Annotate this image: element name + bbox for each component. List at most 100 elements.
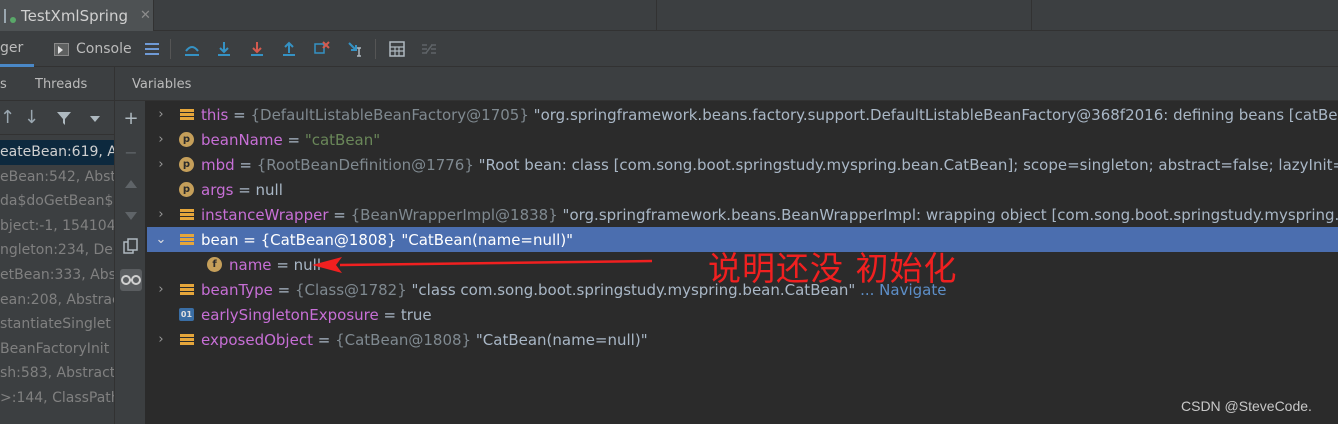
step-into-icon[interactable] bbox=[246, 38, 268, 60]
run-config-icon bbox=[4, 8, 16, 23]
icon-bar bbox=[179, 113, 194, 116]
expand-toggle-icon[interactable]: › bbox=[153, 107, 169, 122]
variable-value: "org.springframework.beans.factory.suppo… bbox=[533, 105, 1338, 124]
expand-toggle-icon[interactable]: › bbox=[153, 207, 169, 222]
debug-toolbar: ger Console bbox=[0, 31, 1338, 67]
filter-icon[interactable] bbox=[56, 110, 72, 130]
variable-row-args[interactable]: p args = null bbox=[147, 177, 1338, 202]
frame-item[interactable]: ean:208, Abstrac bbox=[0, 288, 114, 313]
remove-watch-icon[interactable]: − bbox=[120, 141, 142, 163]
variable-type: {CatBean@1808} bbox=[260, 230, 397, 249]
expand-toggle-icon[interactable]: › bbox=[153, 332, 169, 347]
expand-toggle-icon[interactable]: › bbox=[153, 132, 169, 147]
tab-console[interactable]: Console bbox=[54, 31, 132, 67]
variable-value: null bbox=[255, 180, 283, 199]
frame-item[interactable]: ngleton:234, De bbox=[0, 238, 114, 263]
icon-bar bbox=[179, 334, 194, 337]
editor-tab-testxmlspring[interactable]: TestXmlSpring ✕ bbox=[0, 0, 153, 31]
equals-sign: = bbox=[378, 305, 401, 324]
expand-toggle-icon[interactable]: ⌄ bbox=[153, 232, 169, 247]
tab-debugger[interactable]: ger bbox=[0, 31, 34, 67]
variable-name: beanName bbox=[201, 130, 283, 149]
frames-tabs: s Threads bbox=[0, 67, 114, 101]
editor-tab-title: TestXmlSpring bbox=[21, 6, 128, 25]
frame-item[interactable]: etBean:333, Abst bbox=[0, 263, 114, 288]
drop-frame-icon[interactable] bbox=[311, 38, 333, 60]
variable-name: exposedObject bbox=[201, 330, 313, 349]
icon-bar bbox=[179, 288, 194, 291]
icon-bar bbox=[179, 292, 194, 295]
variable-row-beanname[interactable]: › p beanName = "catBean" bbox=[147, 127, 1338, 152]
variables-header: Variables bbox=[115, 67, 1338, 101]
field-list-icon bbox=[179, 207, 194, 222]
move-up-icon[interactable] bbox=[120, 173, 142, 195]
add-watch-icon[interactable]: + bbox=[120, 107, 142, 129]
layout-menu-icon[interactable] bbox=[141, 38, 163, 60]
equals-sign: = bbox=[228, 105, 251, 124]
show-watches-icon[interactable] bbox=[120, 269, 142, 291]
equals-sign: = bbox=[272, 280, 296, 299]
chevron-down-icon[interactable] bbox=[90, 116, 100, 122]
run-to-cursor-icon[interactable] bbox=[344, 38, 366, 60]
trace-stream-icon[interactable] bbox=[418, 38, 440, 60]
watermark: CSDN @SteveCode. bbox=[1181, 398, 1312, 414]
frame-item[interactable]: da$doGetBean$ bbox=[0, 189, 114, 214]
evaluate-expression-icon[interactable] bbox=[386, 38, 408, 60]
variable-name: earlySingletonExposure bbox=[201, 305, 379, 324]
show-execution-point-icon[interactable] bbox=[181, 38, 203, 60]
equals-sign: = bbox=[233, 180, 256, 199]
tab-divider bbox=[656, 0, 657, 31]
icon-bar bbox=[179, 242, 194, 245]
editor-tab-bar: TestXmlSpring ✕ bbox=[0, 0, 1338, 31]
frame-item[interactable]: sh:583, Abstract bbox=[0, 361, 114, 386]
frame-item[interactable]: BeanFactoryInit bbox=[0, 337, 114, 362]
variable-value: true bbox=[400, 305, 432, 324]
frame-item[interactable]: eBean:542, Abst bbox=[0, 165, 114, 190]
variable-row-this[interactable]: › this = {DefaultListableBeanFactory@1705… bbox=[147, 102, 1338, 127]
field-list-icon bbox=[179, 107, 194, 122]
tab-divider bbox=[153, 0, 154, 31]
step-out-icon[interactable] bbox=[278, 38, 300, 60]
variable-type: {DefaultListableBeanFactory@1705} bbox=[250, 105, 529, 124]
icon-bar bbox=[179, 284, 194, 287]
frame-item[interactable]: stantiateSinglet bbox=[0, 312, 114, 337]
equals-sign: = bbox=[282, 130, 305, 149]
move-down-icon[interactable] bbox=[120, 205, 142, 227]
frames-toolbar: ↑ ↓ bbox=[0, 101, 114, 135]
frame-item[interactable]: eateBean:619, A bbox=[0, 140, 114, 165]
variable-name: this bbox=[201, 105, 229, 124]
frame-item[interactable]: bject:-1, 154104 bbox=[0, 214, 114, 239]
equals-sign: = bbox=[234, 155, 257, 174]
frames-list: eateBean:619, AeBean:542, Abst da$doGetBe… bbox=[0, 140, 114, 411]
variable-type: {Class@1782} bbox=[295, 280, 407, 299]
tab-console-label: Console bbox=[76, 41, 132, 57]
variable-name: instanceWrapper bbox=[201, 205, 329, 224]
variables-title: Variables bbox=[132, 77, 192, 92]
arrow-up-icon[interactable]: ↑ bbox=[0, 107, 15, 128]
variable-row-instancewrapper[interactable]: › instanceWrapper = {BeanWrapperImpl@1838… bbox=[147, 202, 1338, 227]
icon-bar bbox=[179, 209, 194, 212]
expand-toggle-icon[interactable]: › bbox=[153, 157, 169, 172]
arrow-down-icon[interactable]: ↓ bbox=[24, 107, 39, 128]
tab-threads[interactable]: Threads bbox=[35, 77, 87, 92]
variable-name: mbd bbox=[201, 155, 235, 174]
expand-toggle-icon[interactable]: › bbox=[153, 282, 169, 297]
copy-icon[interactable] bbox=[120, 235, 142, 257]
close-icon[interactable]: ✕ bbox=[140, 8, 151, 23]
tab-frames[interactable]: s bbox=[0, 77, 7, 92]
variable-row-exposedobject[interactable]: › exposedObject = {CatBean@1808} "CatBean… bbox=[147, 327, 1338, 352]
toolbar-separator bbox=[375, 39, 376, 59]
equals-sign: = bbox=[328, 205, 351, 224]
icon-bar bbox=[179, 213, 194, 216]
equals-sign: = bbox=[238, 230, 261, 249]
variable-value: "org.springframework.beans.BeanWrapperIm… bbox=[562, 205, 1338, 224]
field-icon: f bbox=[207, 257, 222, 272]
variable-row-mbd[interactable]: › p mbd = {RootBeanDefinition@1776} "Root … bbox=[147, 152, 1338, 177]
field-list-icon bbox=[179, 282, 194, 297]
frame-item[interactable]: >:144, ClassPath bbox=[0, 386, 114, 411]
icon-bar bbox=[179, 338, 194, 341]
annotation-text: 说明还没 初始化 bbox=[708, 249, 958, 288]
variable-row-earlysingletonexposure[interactable]: 01 earlySingletonExposure = true bbox=[147, 302, 1338, 327]
tab-debugger-label: ger bbox=[0, 39, 24, 56]
step-over-icon[interactable] bbox=[213, 38, 235, 60]
